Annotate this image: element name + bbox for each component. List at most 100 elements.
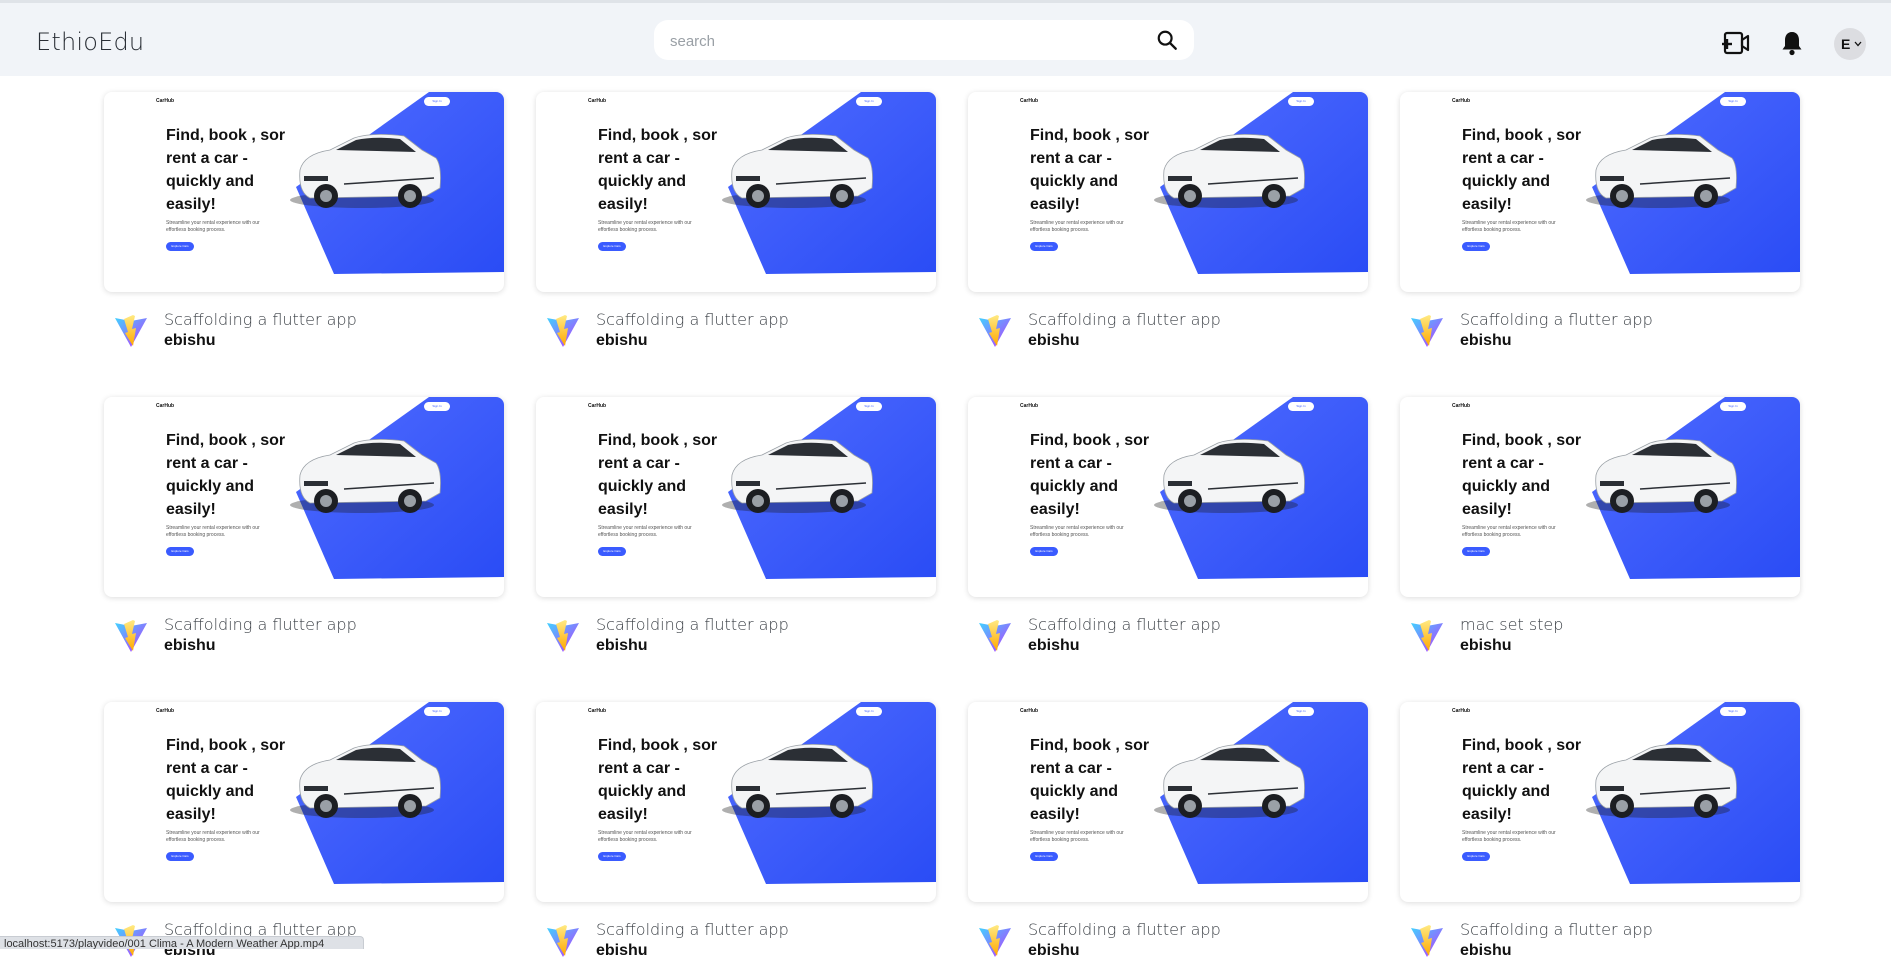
video-title[interactable]: Scaffolding a flutter app (596, 920, 789, 939)
thumbnail-subtext: Streamline your rental experience with o… (166, 830, 260, 843)
video-meta: Scaffolding a flutter app ebishu (536, 300, 936, 360)
video-thumbnail[interactable]: CarHub Sign In Find, book , sor rent a c… (968, 397, 1368, 597)
thumbnail-headline: Find, book , sor rent a car - quickly an… (166, 737, 286, 823)
thumbnail-signin: Sign In (856, 97, 882, 106)
channel-vite-icon[interactable] (978, 619, 1012, 653)
video-thumbnail[interactable]: CarHub Sign In Find, book , sor rent a c… (536, 702, 936, 902)
video-title[interactable]: Scaffolding a flutter app (596, 310, 789, 329)
thumbnail-signin: Sign In (1288, 707, 1314, 716)
avatar-initial: E (1841, 36, 1851, 52)
thumbnail-headline: Find, book , sor rent a car - quickly an… (1030, 737, 1150, 823)
thumbnail-subtext: Streamline your rental experience with o… (166, 525, 260, 538)
video-thumbnail[interactable]: CarHub Sign In Find, book , sor rent a c… (104, 397, 504, 597)
video-title[interactable]: Scaffolding a flutter app (1028, 310, 1221, 329)
thumbnail-signin: Sign In (1720, 707, 1746, 716)
video-meta: Scaffolding a flutter app ebishu (536, 605, 936, 665)
video-meta: Scaffolding a flutter app ebishu (968, 300, 1368, 360)
video-title[interactable]: Scaffolding a flutter app (1028, 920, 1221, 939)
thumbnail-headline: Find, book , sor rent a car - quickly an… (166, 432, 286, 518)
bell-icon[interactable] (1777, 28, 1807, 58)
chevron-down-icon (1854, 41, 1862, 47)
channel-vite-icon[interactable] (1410, 924, 1444, 958)
thumbnail-signin: Sign In (424, 97, 450, 106)
video-title[interactable]: Scaffolding a flutter app (1028, 615, 1221, 634)
thumbnail-signin: Sign In (856, 402, 882, 411)
thumbnail-logo: CarHub (1452, 708, 1471, 714)
video-thumbnail[interactable]: CarHub Sign In Find, book , sor rent a c… (968, 702, 1368, 902)
video-meta: Scaffolding a flutter app ebishu (1400, 300, 1800, 360)
thumbnail-headline: Find, book , sor rent a car - quickly an… (1462, 432, 1582, 518)
video-author[interactable]: ebishu (596, 332, 648, 350)
video-thumbnail[interactable]: CarHub Sign In Find, book , sor rent a c… (1400, 92, 1800, 292)
thumbnail-cta: Explore Cars (598, 547, 626, 556)
video-thumbnail[interactable]: CarHub Sign In Find, book , sor rent a c… (104, 702, 504, 902)
thumbnail-headline: Find, book , sor rent a car - quickly an… (1030, 432, 1150, 518)
thumbnail-signin: Sign In (1720, 402, 1746, 411)
thumbnail-logo: CarHub (1452, 98, 1471, 104)
video-title[interactable]: Scaffolding a flutter app (1460, 920, 1653, 939)
video-meta: Scaffolding a flutter app ebishu (104, 605, 504, 665)
thumbnail-cta: Explore Cars (598, 242, 626, 251)
thumbnail-signin: Sign In (1288, 402, 1314, 411)
thumbnail-headline: Find, book , sor rent a car - quickly an… (1030, 127, 1150, 213)
video-meta: Scaffolding a flutter app ebishu (968, 605, 1368, 665)
thumbnail-subtext: Streamline your rental experience with o… (1462, 220, 1556, 233)
video-meta: mac set step ebishu (1400, 605, 1800, 665)
thumbnail-cta: Explore Cars (166, 547, 194, 556)
thumbnail-cta: Explore Cars (1030, 852, 1058, 861)
search-bar (654, 20, 1194, 60)
thumbnail-logo: CarHub (588, 98, 607, 104)
video-title[interactable]: mac set step (1460, 615, 1563, 634)
channel-vite-icon[interactable] (978, 924, 1012, 958)
thumbnail-logo: CarHub (156, 708, 175, 714)
video-author[interactable]: ebishu (164, 332, 216, 350)
search-input[interactable] (668, 29, 1142, 53)
video-author[interactable]: ebishu (164, 637, 216, 655)
video-meta: Scaffolding a flutter app ebishu (968, 910, 1368, 970)
video-thumbnail[interactable]: CarHub Sign In Find, book , sor rent a c… (1400, 397, 1800, 597)
channel-vite-icon[interactable] (114, 619, 148, 653)
thumbnail-signin: Sign In (424, 707, 450, 716)
channel-vite-icon[interactable] (114, 314, 148, 348)
channel-vite-icon[interactable] (1410, 314, 1444, 348)
video-meta: Scaffolding a flutter app ebishu (1400, 910, 1800, 970)
thumbnail-subtext: Streamline your rental experience with o… (1462, 830, 1556, 843)
video-thumbnail[interactable]: CarHub Sign In Find, book , sor rent a c… (536, 92, 936, 292)
video-add-icon[interactable] (1720, 28, 1750, 58)
thumbnail-signin: Sign In (856, 707, 882, 716)
thumbnail-cta: Explore Cars (1462, 547, 1490, 556)
video-author[interactable]: ebishu (1028, 637, 1080, 655)
video-author[interactable]: ebishu (1028, 332, 1080, 350)
thumbnail-signin: Sign In (424, 402, 450, 411)
video-title[interactable]: Scaffolding a flutter app (164, 310, 357, 329)
brand-logo[interactable]: EthioEdu (36, 28, 144, 56)
thumbnail-cta: Explore Cars (598, 852, 626, 861)
video-thumbnail[interactable]: CarHub Sign In Find, book , sor rent a c… (1400, 702, 1800, 902)
channel-vite-icon[interactable] (546, 314, 580, 348)
thumbnail-headline: Find, book , sor rent a car - quickly an… (598, 127, 718, 213)
channel-vite-icon[interactable] (1410, 619, 1444, 653)
video-thumbnail[interactable]: CarHub Sign In Find, book , sor rent a c… (104, 92, 504, 292)
channel-vite-icon[interactable] (978, 314, 1012, 348)
top-navbar: EthioEdu E (0, 3, 1891, 76)
video-title[interactable]: Scaffolding a flutter app (596, 615, 789, 634)
video-author[interactable]: ebishu (596, 637, 648, 655)
thumbnail-headline: Find, book , sor rent a car - quickly an… (1462, 127, 1582, 213)
video-author[interactable]: ebishu (596, 942, 648, 960)
channel-vite-icon[interactable] (546, 619, 580, 653)
video-thumbnail[interactable]: CarHub Sign In Find, book , sor rent a c… (536, 397, 936, 597)
video-thumbnail[interactable]: CarHub Sign In Find, book , sor rent a c… (968, 92, 1368, 292)
channel-vite-icon[interactable] (546, 924, 580, 958)
video-author[interactable]: ebishu (1460, 332, 1512, 350)
video-title[interactable]: Scaffolding a flutter app (164, 615, 357, 634)
user-avatar-menu[interactable]: E (1834, 28, 1866, 60)
video-meta: Scaffolding a flutter app ebishu (536, 910, 936, 970)
video-author[interactable]: ebishu (1460, 637, 1512, 655)
thumbnail-subtext: Streamline your rental experience with o… (598, 220, 692, 233)
video-author[interactable]: ebishu (1460, 942, 1512, 960)
video-title[interactable]: Scaffolding a flutter app (1460, 310, 1653, 329)
thumbnail-subtext: Streamline your rental experience with o… (166, 220, 260, 233)
thumbnail-subtext: Streamline your rental experience with o… (1462, 525, 1556, 538)
video-author[interactable]: ebishu (1028, 942, 1080, 960)
search-icon[interactable] (1156, 29, 1178, 51)
